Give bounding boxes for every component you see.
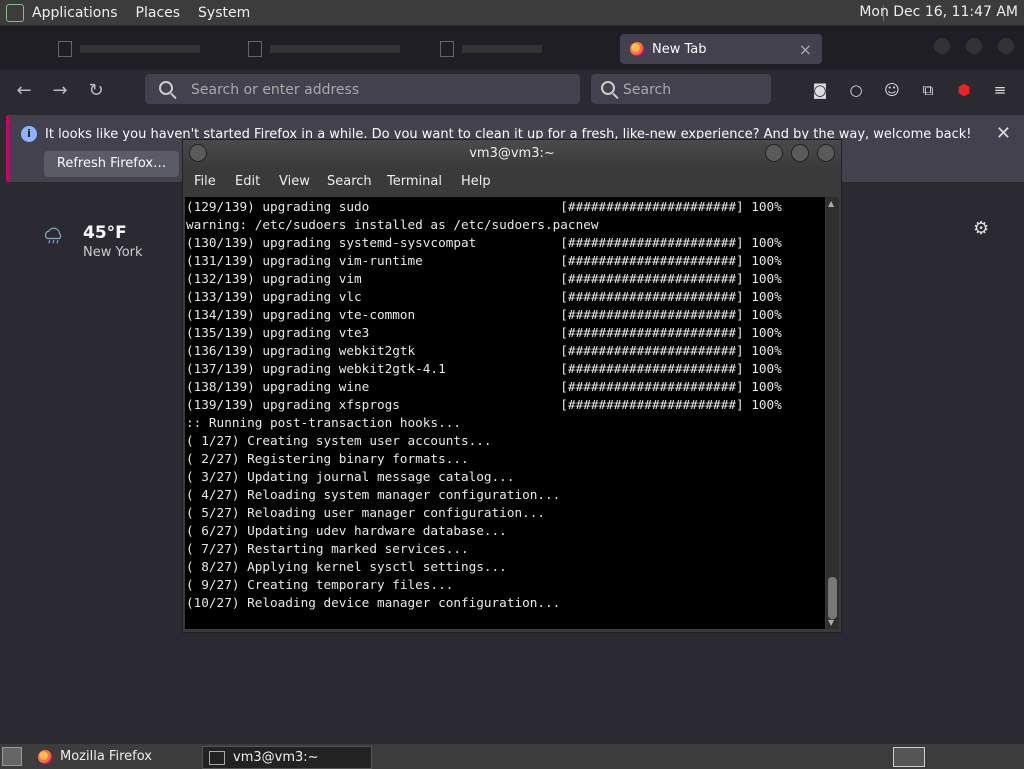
bottom-panel: Mozilla Firefox vm3@vm3:~ <box>0 743 1024 769</box>
forward-icon[interactable]: → <box>47 78 73 104</box>
clock[interactable]: Mon Dec 16, 11:47 AM <box>859 4 1018 20</box>
scroll-up-icon[interactable]: ▲ <box>828 199 834 208</box>
scrollbar[interactable]: ▲ ▼ <box>826 197 839 629</box>
workspace-switcher[interactable] <box>893 747 925 767</box>
refresh-firefox-button[interactable]: Refresh Firefox… <box>44 151 179 177</box>
reload-icon[interactable]: ↻ <box>83 78 109 104</box>
taskbar-terminal[interactable]: vm3@vm3:~ <box>202 746 372 769</box>
terminal-output[interactable]: (129/139) upgrading sudo [##############… <box>185 197 825 629</box>
account-icon[interactable]: ☺ <box>882 80 902 100</box>
tab-close-icon[interactable]: × <box>799 40 812 59</box>
maximize-button[interactable] <box>966 38 982 54</box>
pocket-icon[interactable]: ◙ <box>810 80 830 100</box>
menu-search[interactable]: Search <box>327 174 372 189</box>
cloud-rain-icon <box>44 227 62 244</box>
tab-new-tab[interactable]: New Tab × <box>620 34 822 64</box>
tab-inactive-2[interactable] <box>248 34 400 64</box>
menu-edit[interactable]: Edit <box>235 174 260 189</box>
taskbar-firefox-label: Mozilla Firefox <box>60 749 152 764</box>
terminal-menubar: File Edit View Search Terminal Help <box>183 168 841 196</box>
tab-inactive-1[interactable] <box>58 34 200 64</box>
weather-temperature: 45°F <box>83 223 127 243</box>
top-panel-menu: Applications Places System <box>6 3 268 22</box>
menu-applications[interactable]: Applications <box>32 5 118 21</box>
url-bar[interactable] <box>145 74 580 106</box>
weather-city: New York <box>83 245 143 260</box>
minimize-button[interactable] <box>765 144 783 162</box>
terminal-title: vm3@vm3:~ <box>469 146 555 161</box>
scroll-down-icon[interactable]: ▼ <box>828 618 834 627</box>
tab-title: New Tab <box>652 41 707 57</box>
tab-favicon-icon <box>248 41 262 57</box>
close-window-button[interactable] <box>998 38 1014 54</box>
tab-favicon-icon <box>440 41 454 57</box>
taskbar-firefox[interactable]: Mozilla Firefox <box>34 746 194 767</box>
tab-bar: New Tab × <box>0 26 1024 70</box>
menu-places[interactable]: Places <box>136 5 181 21</box>
gear-icon[interactable]: ⚙ <box>973 218 989 239</box>
close-button[interactable] <box>817 144 835 162</box>
scrollbar-thumb[interactable] <box>828 577 837 619</box>
url-input[interactable] <box>189 74 573 106</box>
nav-bar: ← → ↻ ◙ ○ ☺ ⧉ ⬢ ≡ <box>0 70 1024 112</box>
menu-icon[interactable]: ≡ <box>990 80 1010 100</box>
extensions-icon[interactable]: ⧉ <box>918 80 938 100</box>
terminal-icon <box>209 750 225 765</box>
menu-system[interactable]: System <box>198 5 250 21</box>
back-icon[interactable]: ← <box>11 78 37 104</box>
show-desktop-button[interactable] <box>2 747 22 766</box>
firefox-icon <box>38 749 52 764</box>
ublock-icon[interactable]: ⬢ <box>954 80 974 100</box>
terminal-titlebar[interactable]: vm3@vm3:~ <box>183 140 841 168</box>
menu-file[interactable]: File <box>194 174 216 189</box>
close-icon[interactable]: ✕ <box>996 123 1011 144</box>
account-circle-icon[interactable]: ○ <box>846 80 866 100</box>
tab-inactive-3[interactable] <box>440 34 542 64</box>
tab-favicon-icon <box>58 41 72 57</box>
minimize-button[interactable] <box>934 38 950 54</box>
top-panel: Applications Places System Mon Dec 16, 1… <box>0 0 1024 26</box>
taskbar-terminal-label: vm3@vm3:~ <box>233 750 319 765</box>
search-icon <box>601 81 615 95</box>
search-icon <box>159 81 173 95</box>
distro-logo-icon[interactable] <box>6 3 24 22</box>
search-input[interactable] <box>621 74 765 106</box>
terminal-window[interactable]: vm3@vm3:~ File Edit View Search Terminal… <box>182 139 842 633</box>
maximize-button[interactable] <box>791 144 809 162</box>
firefox-icon <box>630 42 644 56</box>
menu-terminal[interactable]: Terminal <box>387 174 442 189</box>
menu-help[interactable]: Help <box>461 174 491 189</box>
terminal-text: (129/139) upgrading sudo [##############… <box>186 199 782 610</box>
info-icon: i <box>21 126 37 142</box>
search-bar[interactable] <box>591 74 771 106</box>
menu-view[interactable]: View <box>279 174 310 189</box>
